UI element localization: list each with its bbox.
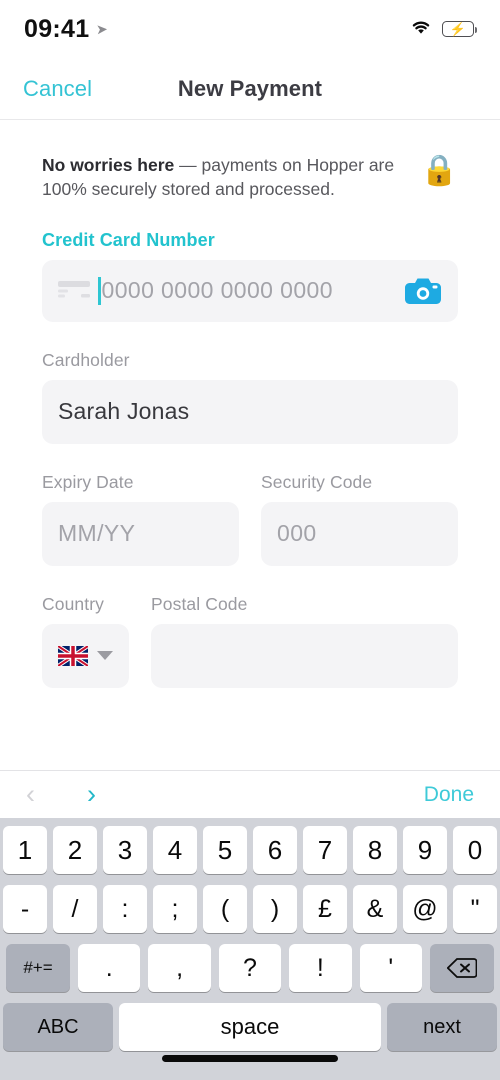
on-screen-keyboard: 1 2 3 4 5 6 7 8 9 0 - / : ; ( ) £ & @ " … <box>0 818 500 1080</box>
camera-icon <box>405 278 441 304</box>
location-arrow-icon: ➤ <box>96 20 109 37</box>
key-hyphen[interactable]: - <box>3 885 47 933</box>
text-cursor <box>98 276 101 305</box>
key-apostrophe[interactable]: ' <box>359 944 423 992</box>
key-paren-open[interactable]: ( <box>203 885 247 933</box>
key-1[interactable]: 1 <box>3 826 47 874</box>
previous-field-button[interactable]: ‹ <box>26 781 35 808</box>
key-8[interactable]: 8 <box>353 826 397 874</box>
backspace-icon[interactable] <box>430 944 495 992</box>
status-bar-time: 09:41 <box>24 14 90 43</box>
key-comma[interactable]: , <box>148 944 211 992</box>
country-selector[interactable] <box>42 623 129 688</box>
home-indicator <box>162 1055 338 1062</box>
security-code-placeholder: 000 <box>277 520 317 547</box>
country-postal-row: Country Postal Code <box>42 594 458 688</box>
card-number-label: Credit Card Number <box>42 229 215 250</box>
battery-charging-icon: ⚡ <box>442 21 477 37</box>
credit-card-icon <box>58 280 90 301</box>
united-kingdom-flag <box>56 644 90 668</box>
key-exclamation[interactable]: ! <box>289 944 352 992</box>
keyboard-done-button[interactable]: Done <box>424 783 474 807</box>
postal-code-input[interactable] <box>151 623 458 688</box>
key-slash[interactable]: / <box>53 885 97 933</box>
status-bar-right: ⚡ <box>410 19 477 40</box>
key-period[interactable]: . <box>77 944 141 992</box>
key-pound[interactable]: £ <box>303 885 347 933</box>
expiry-security-inputs: MM/YY 000 <box>42 501 458 566</box>
key-ampersand[interactable]: & <box>353 885 397 933</box>
key-3[interactable]: 3 <box>103 826 147 874</box>
cardholder-input[interactable]: Sarah Jonas <box>42 379 458 444</box>
cancel-button[interactable]: Cancel <box>23 76 92 102</box>
key-space[interactable]: space <box>119 1003 381 1051</box>
cardholder-label: Cardholder <box>42 349 130 370</box>
keyboard-row-bottom: ABC space next <box>3 1003 497 1051</box>
key-quote-double[interactable]: " <box>453 885 497 933</box>
key-next[interactable]: next <box>387 1003 497 1051</box>
status-bar-left: 09:41 ➤ <box>24 14 109 44</box>
key-semicolon[interactable]: ; <box>153 885 197 933</box>
expiry-placeholder: MM/YY <box>58 520 136 547</box>
country-postal-inputs <box>42 623 458 688</box>
key-5[interactable]: 5 <box>203 826 247 874</box>
key-2[interactable]: 2 <box>53 826 97 874</box>
key-paren-close[interactable]: ) <box>253 885 297 933</box>
keyboard-row-symbols: - / : ; ( ) £ & @ " <box>3 885 497 933</box>
new-payment-screen: 09:41 ➤ ⚡ Cancel New Payment No worries … <box>0 0 500 1080</box>
next-field-button[interactable]: › <box>87 781 96 808</box>
status-bar: 09:41 ➤ ⚡ <box>0 0 500 58</box>
keyboard-row-numbers: 1 2 3 4 5 6 7 8 9 0 <box>3 826 497 874</box>
card-number-input[interactable]: 0000 0000 0000 0000 <box>42 259 458 322</box>
security-code-input[interactable]: 000 <box>261 501 458 566</box>
expiry-security-row: Expiry Date Security Code MM/YY 000 <box>42 472 458 566</box>
wifi-icon <box>410 19 432 40</box>
key-9[interactable]: 9 <box>403 826 447 874</box>
camera-scan-button[interactable] <box>404 277 442 305</box>
navigation-bar: Cancel New Payment <box>0 58 500 120</box>
key-question[interactable]: ? <box>218 944 282 992</box>
key-symbols-toggle[interactable]: #+= <box>5 944 70 992</box>
card-number-placeholder: 0000 0000 0000 0000 <box>101 277 333 304</box>
form-content: No worries here — payments on Hopper are… <box>0 120 500 688</box>
security-notice-bold: No worries here <box>42 155 175 175</box>
chevron-down-icon <box>97 651 113 661</box>
security-notice-text: No worries here — payments on Hopper are… <box>42 152 407 202</box>
cardholder-value: Sarah Jonas <box>58 398 190 425</box>
expiry-security-labels: Expiry Date Security Code <box>42 472 458 502</box>
postal-code-label: Postal Code <box>151 593 248 614</box>
key-colon[interactable]: : <box>103 885 147 933</box>
security-code-label: Security Code <box>261 471 373 492</box>
key-abc-toggle[interactable]: ABC <box>3 1003 113 1051</box>
expiry-label: Expiry Date <box>42 471 134 492</box>
lock-icon: 🔒 <box>420 154 458 187</box>
card-number-group: Credit Card Number 0000 0000 0000 0000 <box>42 230 458 322</box>
country-label: Country <box>42 593 104 614</box>
keyboard-row-punctuation: #+= . , ? ! ' <box>3 944 497 992</box>
expiry-input[interactable]: MM/YY <box>42 501 239 566</box>
country-postal-labels: Country Postal Code <box>42 594 458 624</box>
cardholder-group: Cardholder Sarah Jonas <box>42 350 458 444</box>
key-7[interactable]: 7 <box>303 826 347 874</box>
key-6[interactable]: 6 <box>253 826 297 874</box>
keyboard-accessory-toolbar: ‹ › Done <box>0 770 500 818</box>
key-at[interactable]: @ <box>403 885 447 933</box>
key-0[interactable]: 0 <box>453 826 497 874</box>
key-4[interactable]: 4 <box>153 826 197 874</box>
security-notice: No worries here — payments on Hopper are… <box>42 120 458 202</box>
